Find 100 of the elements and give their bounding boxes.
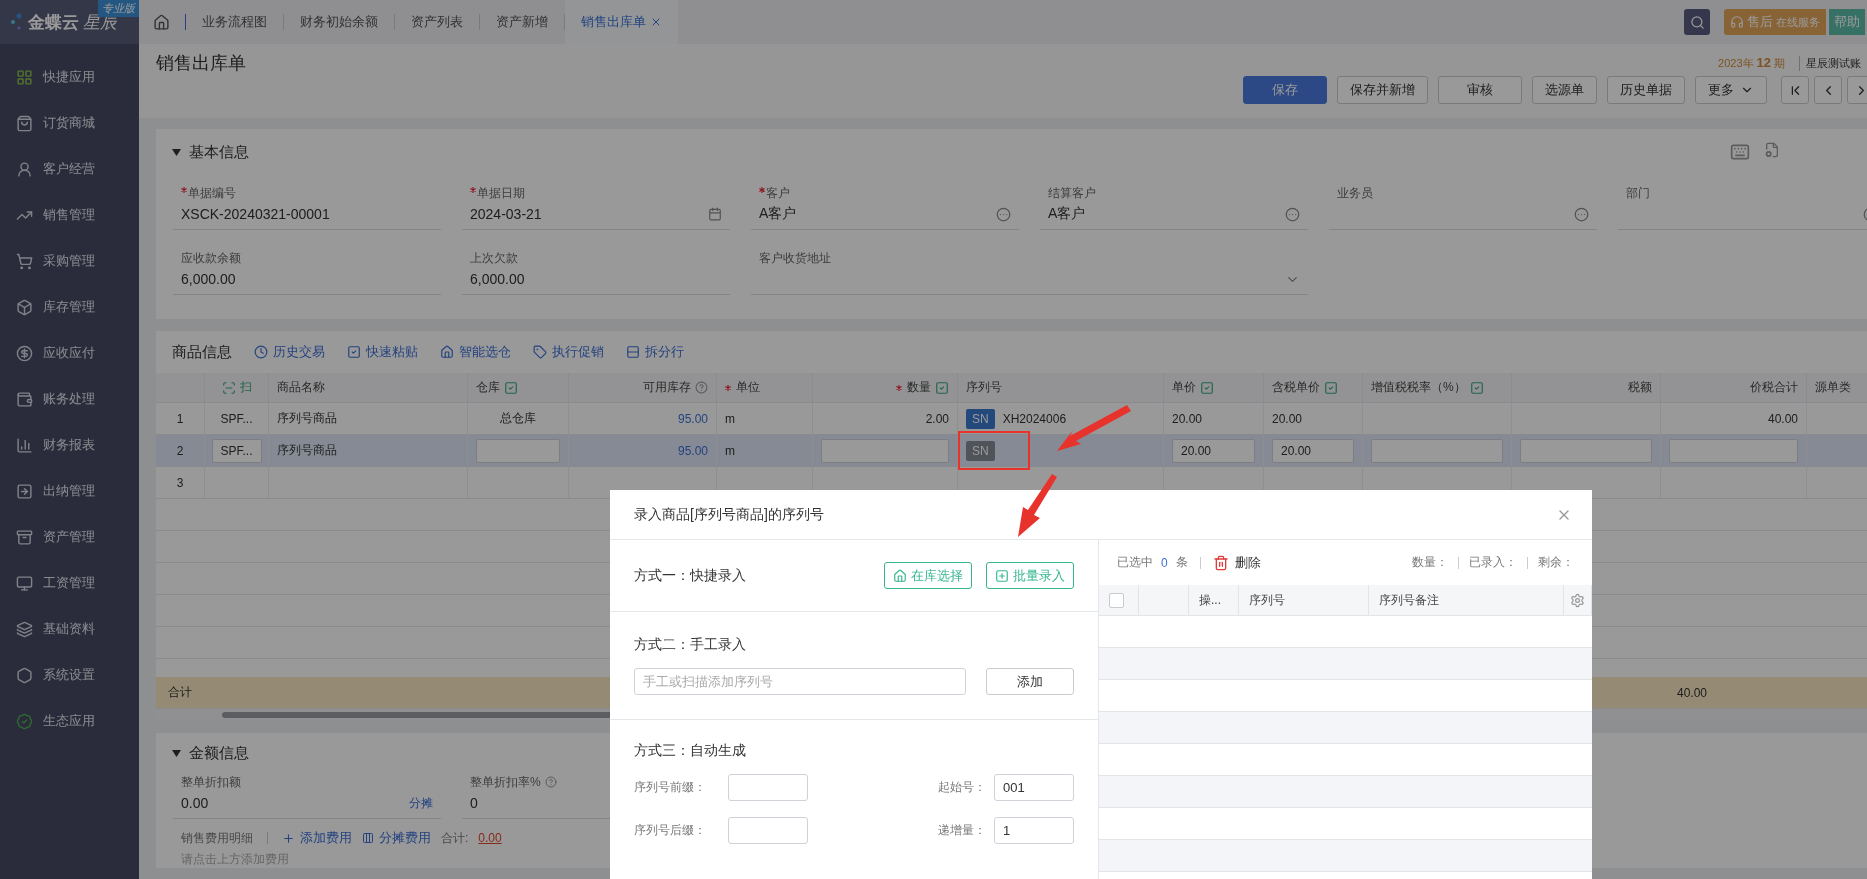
scan-label[interactable]: 扫	[239, 379, 252, 396]
cell-input-field[interactable]: 20.00	[1272, 438, 1354, 463]
batch-entry-button[interactable]: 批量录入	[986, 562, 1074, 589]
more-button[interactable]: 更多	[1695, 76, 1767, 104]
collapse-caret-icon[interactable]	[172, 148, 181, 156]
sidebar-item[interactable]: 库存管理	[0, 284, 139, 330]
form-field[interactable]: 单据日期 2024-03-21	[462, 175, 730, 230]
add-button[interactable]: 添加	[986, 668, 1074, 695]
toolbar-link[interactable]: 智能选仓	[440, 343, 511, 361]
scan-icon[interactable]	[221, 380, 236, 395]
collapse-caret-icon[interactable]	[172, 749, 181, 757]
search-button[interactable]	[1684, 9, 1710, 35]
save-button[interactable]: 保存	[1243, 76, 1327, 104]
toolbar-link[interactable]: 快速粘贴	[347, 343, 418, 361]
serial-number-button[interactable]: SN	[966, 408, 995, 429]
sidebar-item[interactable]: 生态应用	[0, 698, 139, 744]
batch-edit-icon[interactable]	[1324, 380, 1338, 395]
tab[interactable]: 销售出库单	[565, 0, 678, 44]
tab[interactable]: 业务流程图	[186, 0, 283, 44]
sidebar-item[interactable]: 应收应付	[0, 330, 139, 376]
document-settings-icon[interactable]	[1764, 142, 1780, 158]
more-icon[interactable]	[1285, 206, 1300, 222]
form-field[interactable]: 业务员	[1329, 175, 1597, 230]
auto-input-field[interactable]: 001	[994, 774, 1074, 801]
sidebar-item[interactable]: 基础资料	[0, 606, 139, 652]
sidebar-item[interactable]: 出纳管理	[0, 468, 139, 514]
add-expense-link[interactable]: 添加费用	[282, 829, 352, 847]
more-icon[interactable]	[996, 206, 1011, 222]
form-field[interactable]: 部门	[1618, 175, 1867, 230]
settings-icon[interactable]	[1570, 592, 1585, 608]
cell-input-field[interactable]	[1669, 438, 1798, 463]
form-field[interactable]: 上次欠款 6,000.00	[462, 240, 730, 295]
previous-button[interactable]	[1814, 76, 1842, 104]
toolbar-button[interactable]: 审核	[1438, 76, 1522, 104]
batch-edit-icon[interactable]	[1469, 380, 1484, 395]
stock-link[interactable]: 95.00	[677, 443, 708, 458]
sidebar-item[interactable]: 系统设置	[0, 652, 139, 698]
sidebar-item[interactable]: 资产管理	[0, 514, 139, 560]
next-button[interactable]	[1847, 76, 1867, 104]
stock-select-button[interactable]: 在库选择	[884, 562, 972, 589]
auto-input-field[interactable]: 1	[994, 817, 1074, 844]
toolbar-button[interactable]: 保存并新增	[1337, 76, 1428, 104]
cell-input-field[interactable]: 20.00	[1172, 438, 1255, 463]
table-row[interactable]: 1 SPF... 序列号商品 总仓库 95.00 m 2.00 SN XH2024006 20.00 20.00 40.00	[156, 403, 1867, 435]
sidebar-item[interactable]: 采购管理	[0, 238, 139, 284]
toolbar-button[interactable]: 历史单据	[1607, 76, 1685, 104]
delete-button[interactable]: 删除	[1212, 553, 1261, 572]
batch-edit-icon[interactable]	[504, 380, 518, 395]
account-name[interactable]: 星辰测试账	[1799, 55, 1867, 71]
cell-input-field[interactable]: SPF...	[211, 438, 262, 463]
help-icon[interactable]	[544, 776, 557, 788]
expense-total-link[interactable]: 0.00	[478, 831, 502, 845]
serial-input-field[interactable]: 手工或扫描添加序列号	[634, 668, 966, 695]
serial-number-button[interactable]: SN	[966, 440, 995, 461]
table-cell-text: 总仓库	[500, 410, 536, 427]
allocate-expense-link[interactable]: 分摊费用	[362, 829, 431, 847]
first-page-button[interactable]	[1781, 76, 1809, 104]
auto-input-field[interactable]	[728, 774, 808, 801]
form-field[interactable]: 客户收货地址	[751, 240, 1308, 295]
stock-link[interactable]: 95.00	[677, 411, 708, 426]
cell-input-field[interactable]	[476, 438, 560, 463]
field-label: 客户	[759, 185, 1011, 202]
cell-input-field[interactable]	[1371, 438, 1503, 463]
sidebar-item[interactable]: 工资管理	[0, 560, 139, 606]
cell-input-field[interactable]	[1520, 438, 1652, 463]
close-icon[interactable]	[650, 16, 662, 28]
sidebar-item[interactable]: 快捷应用	[0, 54, 139, 100]
form-field[interactable]: 应收款余额 6,000.00	[173, 240, 441, 295]
table-row[interactable]: 2 SPF... 序列号商品 95.00 m SN 20.00 20.00	[156, 435, 1867, 467]
keyboard-icon[interactable]	[1730, 142, 1750, 162]
toolbar-link[interactable]: 拆分行	[626, 343, 684, 361]
field-value: 6,000.00	[470, 271, 525, 287]
allocate-link[interactable]: 分摊	[409, 794, 433, 812]
cell-input-field[interactable]	[821, 438, 949, 463]
form-field[interactable]: 单据编号 XSCK-20240321-00001	[173, 175, 441, 230]
form-field[interactable]: 客户 A客户	[751, 175, 1019, 230]
tab[interactable]: 资产新增	[480, 0, 564, 44]
toolbar-link[interactable]: 历史交易	[254, 343, 325, 361]
sidebar-item[interactable]: 账务处理	[0, 376, 139, 422]
form-field[interactable]: 结算客户 A客户	[1040, 175, 1308, 230]
sidebar-item-label: 财务报表	[43, 436, 95, 454]
select-all-checkbox[interactable]	[1109, 592, 1124, 608]
calendar-icon[interactable]	[708, 207, 722, 221]
field-label: 起始号：	[938, 779, 986, 796]
sidebar-item[interactable]: 财务报表	[0, 422, 139, 468]
tab[interactable]: 财务初始余额	[284, 0, 394, 44]
toolbar-link[interactable]: 执行促销	[533, 343, 604, 361]
sidebar-item[interactable]: 客户经营	[0, 146, 139, 192]
toolbar-button[interactable]: 选源单	[1532, 76, 1597, 104]
sidebar-item[interactable]: 订货商城	[0, 100, 139, 146]
auto-input-field[interactable]	[728, 817, 808, 844]
help-icon[interactable]	[695, 381, 708, 394]
batch-edit-icon[interactable]	[935, 380, 949, 395]
more-icon[interactable]	[1574, 206, 1589, 222]
tab[interactable]: 资产列表	[395, 0, 479, 44]
form-field[interactable]: 整单折扣额 0.00 分摊	[173, 773, 441, 819]
batch-edit-icon[interactable]	[1200, 380, 1214, 395]
sidebar-item[interactable]: 销售管理	[0, 192, 139, 238]
trash-icon	[1212, 554, 1229, 571]
row-number: 3	[176, 475, 184, 490]
